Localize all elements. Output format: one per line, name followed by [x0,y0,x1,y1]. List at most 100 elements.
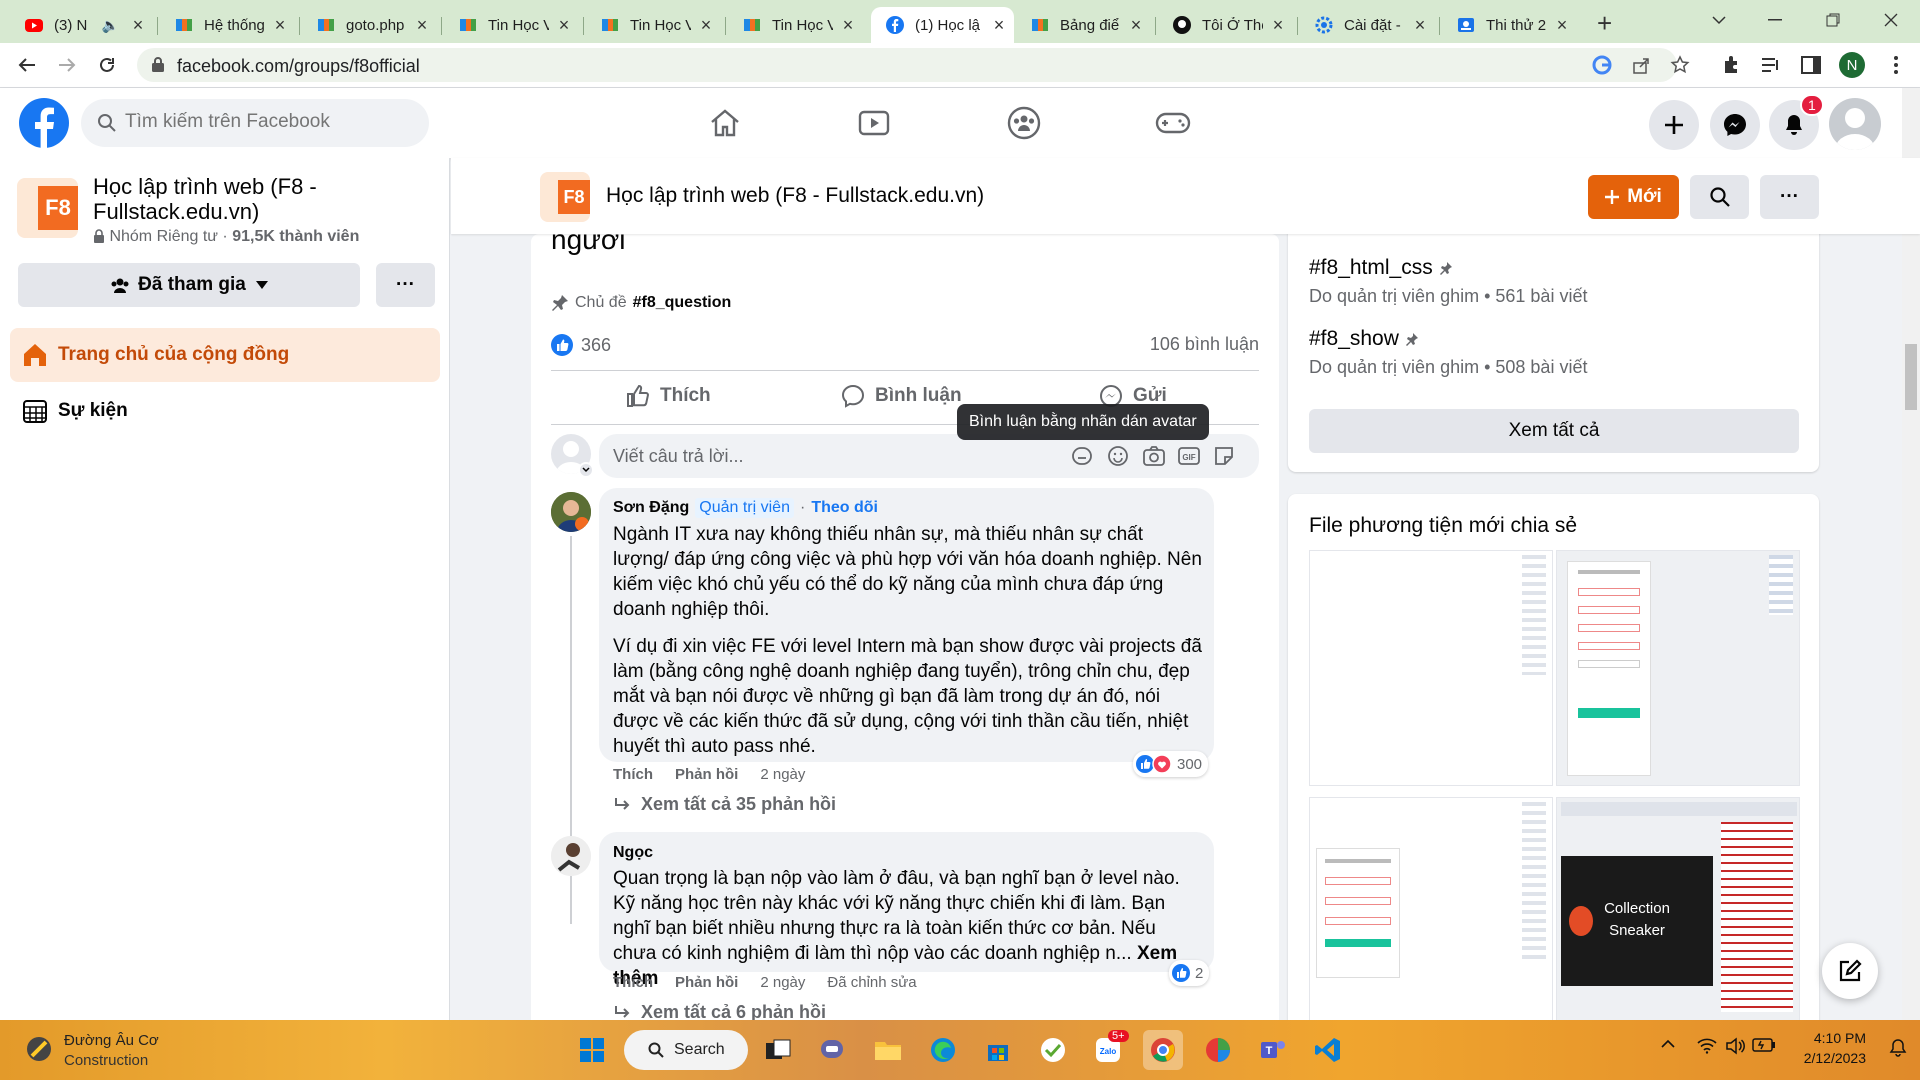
media-thumbnail[interactable] [1309,550,1553,786]
close-tab-icon[interactable]: × [1121,15,1151,36]
google-icon[interactable] [1592,55,1612,75]
teams-icon[interactable]: T [1253,1030,1293,1070]
reply-input[interactable]: Viết câu trả lời... GIF [599,434,1259,478]
nav-events[interactable]: Sự kiện [10,384,440,438]
chrome-menu-icon[interactable] [1878,47,1914,83]
task-view-icon[interactable] [758,1030,798,1070]
browser-tab-active[interactable]: (1) Học lậ × [871,7,1014,43]
edge-icon[interactable] [923,1030,963,1070]
nav-groups-icon[interactable] [1001,102,1047,144]
weather-title[interactable]: Đường Âu Cơ [64,1032,159,1049]
app-checkmark-icon[interactable] [1033,1030,1073,1070]
close-tab-icon[interactable]: × [984,15,1014,36]
comment-count[interactable]: 106 bình luận [1150,334,1259,355]
volume-icon[interactable] [1725,1037,1745,1055]
wifi-icon[interactable] [1697,1038,1717,1054]
comment-like-link[interactable]: Thích [613,974,653,991]
comment-reply-link[interactable]: Phản hồi [675,766,738,783]
media-thumbnail[interactable] [1309,797,1553,1024]
sticker-icon[interactable] [1213,445,1235,467]
comment-button[interactable]: Bình luận [841,376,962,416]
weather-construction-icon[interactable] [24,1034,54,1064]
tab-search-chevron-icon[interactable] [1690,0,1748,40]
reload-icon[interactable] [89,47,125,83]
emoji-icon[interactable] [1107,445,1129,467]
media-thumbnail[interactable]: Collection Sneaker [1556,797,1800,1024]
see-all-topics-button[interactable]: Xem tất cả [1309,409,1799,453]
profile-avatar[interactable]: N [1834,47,1870,83]
group-more-button[interactable]: ··· [1760,175,1819,219]
share-icon[interactable] [1631,55,1651,75]
media-thumbnail[interactable] [1556,550,1800,786]
restore-button[interactable] [1804,0,1862,40]
search-input[interactable] [125,111,415,133]
nav-watch-icon[interactable] [851,102,897,144]
group-thumbnail[interactable]: F8 [540,172,590,222]
comment-reactions[interactable]: 2 [1169,960,1210,986]
close-window-button[interactable] [1862,0,1920,40]
battery-icon[interactable] [1752,1038,1776,1052]
browser-tab[interactable]: Hệ thống × [160,7,295,43]
microsoft-store-icon[interactable] [978,1030,1018,1070]
like-button[interactable]: Thích [626,376,711,416]
close-tab-icon[interactable]: × [549,15,579,36]
comment-reactions[interactable]: 300 [1133,751,1209,777]
comment-like-link[interactable]: Thích [613,766,653,783]
media-queue-icon[interactable] [1753,47,1789,83]
gif-icon[interactable]: GIF [1177,445,1201,467]
avatar-sticker-icon[interactable] [1071,446,1093,466]
group-member-count[interactable]: 91,5K thành viên [232,228,359,245]
camera-icon[interactable] [1142,445,1166,467]
browser-tab[interactable]: Tin Học V × [444,7,579,43]
clock-date[interactable]: 2/12/2023 [1790,1050,1866,1066]
comment-reply-link[interactable]: Phản hồi [675,974,738,991]
chevron-down-icon[interactable] [578,462,594,478]
group-search-button[interactable] [1690,175,1749,219]
extensions-icon[interactable] [1713,47,1749,83]
new-tab-button[interactable]: + [1597,8,1612,39]
side-panel-icon[interactable] [1793,47,1829,83]
color-wheel-app-icon[interactable] [1198,1030,1238,1070]
close-tab-icon[interactable]: × [1263,15,1293,36]
browser-tab[interactable]: Tôi Ở Thế × [1158,7,1293,43]
comment-timestamp[interactable]: 2 ngày [760,974,805,991]
account-avatar[interactable] [1829,98,1881,150]
address-bar[interactable]: facebook.com/groups/f8official [137,48,1690,82]
view-replies-link[interactable]: Xem tất cả 6 phản hồi [613,1002,826,1020]
group-name[interactable]: Học lập trình web (F8 - Fullstack.edu.vn… [93,174,423,224]
nav-community-home[interactable]: Trang chủ của cộng đồng [10,328,440,382]
joined-button[interactable]: Đã tham gia [18,263,360,307]
commenter-avatar[interactable] [551,492,591,532]
post-reaction-summary[interactable]: 366 [551,334,611,356]
nav-home-icon[interactable] [702,102,748,144]
admin-badge[interactable]: Quản trị viên [695,498,794,518]
lock-icon[interactable] [151,56,165,73]
browser-tab[interactable]: Tin Học V × [728,7,863,43]
minimize-button[interactable] [1746,0,1804,40]
new-message-button[interactable] [1822,943,1878,999]
close-tab-icon[interactable]: × [123,15,153,36]
view-replies-link[interactable]: Xem tất cả 35 phản hồi [613,794,836,815]
vscode-icon[interactable] [1308,1030,1348,1070]
scrollbar-thumb[interactable] [1905,344,1917,410]
more-options-button[interactable]: ··· [376,263,435,307]
topic-item[interactable]: #f8_show [1309,327,1419,351]
close-tab-icon[interactable]: × [833,15,863,36]
taskbar-search[interactable]: Search [624,1030,748,1070]
teams-chat-icon[interactable] [813,1030,853,1070]
topic-item[interactable]: #f8_html_css [1309,256,1453,280]
group-cover-thumbnail[interactable]: F8 [17,178,78,238]
create-button[interactable] [1649,100,1699,150]
notification-center-icon[interactable] [1888,1038,1908,1058]
clock-time[interactable]: 4:10 PM [1790,1030,1866,1046]
chevron-up-icon[interactable] [1660,1039,1676,1049]
close-tab-icon[interactable]: × [1405,15,1435,36]
back-arrow-icon[interactable] [9,47,45,83]
comment-timestamp[interactable]: 2 ngày [760,766,805,783]
browser-tab[interactable]: Tin Học V × [586,7,721,43]
facebook-search-box[interactable] [81,99,429,147]
facebook-logo-icon[interactable] [19,98,69,148]
topic-tag[interactable]: #f8_question [633,294,732,312]
browser-tab[interactable]: (3) N 🔈 × [10,7,153,43]
chrome-icon[interactable] [1143,1030,1183,1070]
